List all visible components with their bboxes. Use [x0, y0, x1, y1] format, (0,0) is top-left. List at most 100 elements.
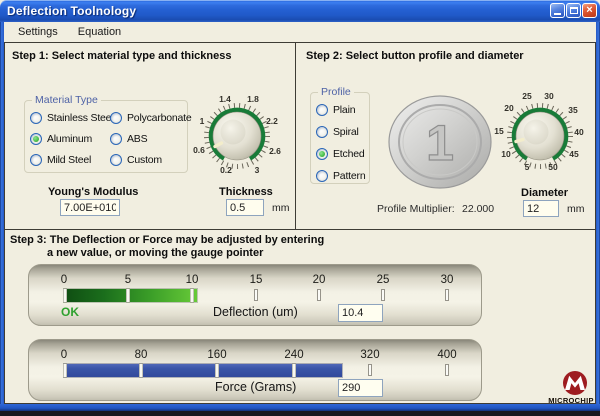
knob-tick-label: 20	[504, 103, 514, 113]
radio-etched[interactable]: Etched	[316, 148, 365, 160]
deflection-fill-bar[interactable]	[64, 289, 197, 302]
force-gauge[interactable]: 0 80 160 240 320 400 Force (Grams)	[28, 339, 482, 401]
gauge-tick-label: 0	[61, 274, 67, 286]
knob-tick-label: 5	[525, 162, 530, 172]
step3-header-line1: Step 3: The Deflection or Force may be a…	[10, 234, 324, 246]
minimize-button[interactable]	[550, 3, 565, 18]
radio-mild-steel[interactable]: Mild Steel	[30, 154, 91, 166]
gauge-tick-label: 20	[313, 274, 326, 286]
radio-icon	[316, 170, 328, 182]
force-label: Force (Grams)	[215, 380, 296, 394]
gauge-tick-label: 25	[377, 274, 390, 286]
gauge-tick	[445, 364, 449, 376]
thickness-label: Thickness	[219, 186, 273, 198]
diameter-label: Diameter	[521, 187, 568, 199]
step3-header-line2: a new value, or moving the gauge pointer	[47, 247, 263, 259]
step1-header: Step 1: Select material type and thickne…	[12, 50, 231, 62]
menu-settings[interactable]: Settings	[14, 24, 62, 40]
gauge-tick	[64, 289, 67, 302]
profile-group-label: Profile	[318, 86, 354, 98]
force-fill-bar[interactable]	[64, 364, 342, 377]
window-title: Deflection Toolnology	[7, 4, 136, 18]
knob-tick-label: 1.4	[219, 94, 231, 104]
knob-tick-label: 40	[574, 127, 584, 137]
window-border-right	[596, 22, 600, 411]
button-preview: 1	[386, 94, 494, 192]
gauge-tick	[293, 364, 296, 377]
gauge-tick	[317, 289, 321, 301]
radio-stainless-steel[interactable]: Stainless Steel	[30, 112, 113, 124]
app-window: Deflection Toolnology × Settings Equatio…	[0, 0, 600, 416]
gauge-tick-label: 10	[186, 274, 199, 286]
knob-boss	[221, 120, 246, 145]
radio-selected-icon	[316, 148, 328, 160]
close-icon: ×	[583, 3, 596, 18]
radio-spiral[interactable]: Spiral	[316, 126, 359, 138]
gauge-tick-label: 80	[135, 349, 148, 361]
profile-multiplier-label: Profile Multiplier:	[377, 203, 455, 215]
radio-icon	[110, 133, 122, 145]
radio-icon	[30, 112, 42, 124]
knob-tick-label: 35	[568, 105, 578, 115]
gauge-tick-label: 400	[437, 349, 456, 361]
gauge-tick-label: 5	[125, 274, 131, 286]
gauge-tick-label: 160	[207, 349, 226, 361]
radio-icon	[316, 126, 328, 138]
force-input[interactable]	[338, 379, 383, 397]
minimize-icon	[554, 13, 561, 15]
radio-custom[interactable]: Custom	[110, 154, 162, 166]
knob-tick-label: 1.8	[247, 94, 259, 104]
title-bar: Deflection Toolnology ×	[0, 0, 600, 22]
thickness-input[interactable]	[226, 199, 264, 216]
gauge-tick-label: 0	[61, 349, 67, 361]
knob-boss	[524, 120, 549, 145]
radio-abs[interactable]: ABS	[110, 133, 147, 145]
radio-selected-icon	[30, 133, 42, 145]
menu-equation[interactable]: Equation	[74, 24, 125, 40]
gauge-tick-label: 15	[250, 274, 263, 286]
youngs-modulus-input[interactable]	[60, 199, 120, 216]
radio-plain[interactable]: Plain	[316, 104, 355, 116]
knob-tick-label: 3	[255, 165, 260, 175]
window-border-bottom	[0, 404, 600, 411]
deflection-status: OK	[61, 305, 79, 319]
profile-multiplier-value: 22.000	[462, 203, 494, 215]
gauge-tick	[127, 289, 130, 302]
knob-tick-label: 45	[569, 149, 579, 159]
knob-tick-label: 0.2	[220, 165, 232, 175]
diameter-input[interactable]	[523, 200, 559, 217]
gauge-tick	[368, 364, 372, 376]
gauge-tick	[445, 289, 449, 301]
youngs-modulus-label: Young's Modulus	[48, 186, 138, 198]
gauge-tick-label: 30	[441, 274, 454, 286]
material-type-group-label: Material Type	[32, 94, 101, 106]
gauge-tick-label: 320	[360, 349, 379, 361]
knob-tick-label: 1	[200, 116, 205, 126]
gauge-tick	[64, 364, 67, 377]
knob-tick-label: 10	[501, 149, 511, 159]
gauge-tick	[191, 289, 194, 302]
step2-header: Step 2: Select button profile and diamet…	[306, 50, 524, 62]
deflection-gauge[interactable]: 0 5 10 15 20 25 30 OK Deflection (um)	[28, 264, 482, 326]
radio-aluminum[interactable]: Aluminum	[30, 133, 92, 145]
gauge-tick	[381, 289, 385, 301]
gauge-tick	[216, 364, 219, 377]
radio-icon	[316, 104, 328, 116]
menu-bar: Settings Equation	[4, 22, 596, 42]
gauge-tick	[140, 364, 143, 377]
knob-tick-label: 50	[548, 162, 558, 172]
knob-tick-label: 2.2	[266, 116, 278, 126]
maximize-button[interactable]	[566, 3, 581, 18]
knob-tick-label: 15	[494, 126, 504, 136]
thickness-knob[interactable]: 0.2 0.6 1 1.4 1.8 2.2 2.6 3	[182, 84, 292, 192]
radio-icon	[110, 154, 122, 166]
radio-polycarbonate[interactable]: Polycarbonate	[110, 112, 192, 124]
knob-pointer	[516, 140, 523, 142]
diameter-knob[interactable]: 5 10 15 20 25 30 35 40 45 50	[485, 84, 595, 192]
close-button[interactable]: ×	[582, 3, 597, 18]
radio-icon	[30, 154, 42, 166]
radio-pattern[interactable]: Pattern	[316, 170, 365, 182]
deflection-input[interactable]	[338, 304, 383, 322]
background-strip	[0, 411, 600, 416]
thickness-unit: mm	[272, 202, 290, 214]
